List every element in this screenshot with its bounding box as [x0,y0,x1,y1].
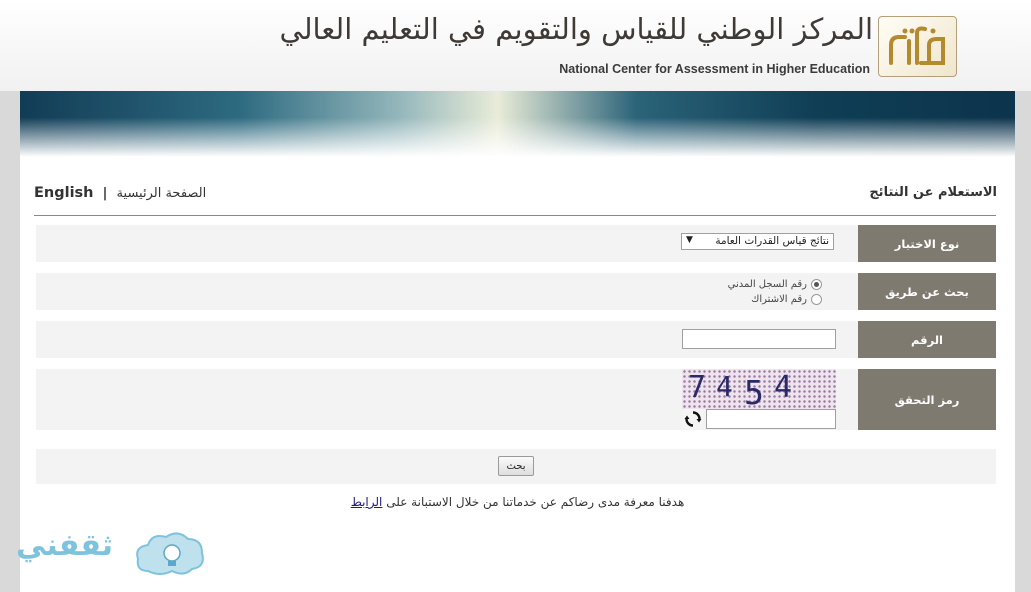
radio-registration-label: رقم الاشتراك [751,294,807,305]
refresh-captcha-icon[interactable] [683,409,703,429]
radio-option-registration[interactable]: رقم الاشتراك [751,294,822,305]
header-title-arabic: المركز الوطني للقياس والتقويم في التعليم… [279,12,874,46]
captcha-char: 7 [688,370,707,405]
english-link[interactable]: English [34,185,94,201]
exam-type-selected: نتائج قياس القدرات العامة [715,235,829,247]
exam-type-label: نوع الاختبار [858,225,996,262]
title-divider [34,215,996,216]
search-button[interactable]: بحث [498,456,534,476]
captcha-label: رمز التحقق [858,369,996,430]
search-by-label: بحث عن طريق [858,273,996,310]
qiyas-logo[interactable] [878,16,957,77]
radio-civil-id[interactable] [811,279,822,290]
survey-text: هدفنا معرفة مدى رضاكم عن خدماتنا من خلال… [386,495,685,509]
header-banner [20,91,1015,157]
survey-note: هدفنا معرفة مدى رضاكم عن خدماتنا من خلال… [20,495,1015,509]
chevron-down-icon: ▼ [686,235,693,245]
top-links: English | الصفحة الرئيسية [34,185,206,201]
watermark-text: ثقفني [16,528,114,563]
radio-registration[interactable] [811,294,822,305]
page-title: الاستعلام عن النتائج [869,185,997,200]
radio-option-civil-id[interactable]: رقم السجل المدني [728,279,822,290]
captcha-row: رمز التحقق 7 4 5 4 [36,369,996,430]
exam-type-row: نوع الاختبار ▼ نتائج قياس القدرات العامة [36,225,996,262]
captcha-image: 7 4 5 4 [682,369,836,409]
number-input[interactable] [682,329,836,349]
captcha-char: 5 [744,373,764,409]
page-gutter-right [1015,91,1031,592]
captcha-input[interactable] [706,409,836,429]
captcha-char: 4 [774,370,793,405]
link-separator: | [102,186,108,201]
site-header: المركز الوطني للقياس والتقويم في التعليم… [0,0,1031,92]
survey-link[interactable]: الرابط [351,495,383,509]
radio-civil-id-label: رقم السجل المدني [727,279,807,290]
qiyas-logo-mark [889,26,945,65]
number-label: الرقم [858,321,996,358]
header-title-english: National Center for Assessment in Higher… [559,62,870,76]
page-gutter-left [0,91,20,592]
number-row: الرقم [36,321,996,358]
search-by-row: بحث عن طريق رقم السجل المدني رقم الاشترا… [36,273,996,310]
captcha-char: 4 [716,370,733,403]
exam-type-select[interactable]: ▼ نتائج قياس القدرات العامة [681,233,834,250]
submit-row: بحث [36,449,996,484]
home-link[interactable]: الصفحة الرئيسية [117,186,207,201]
